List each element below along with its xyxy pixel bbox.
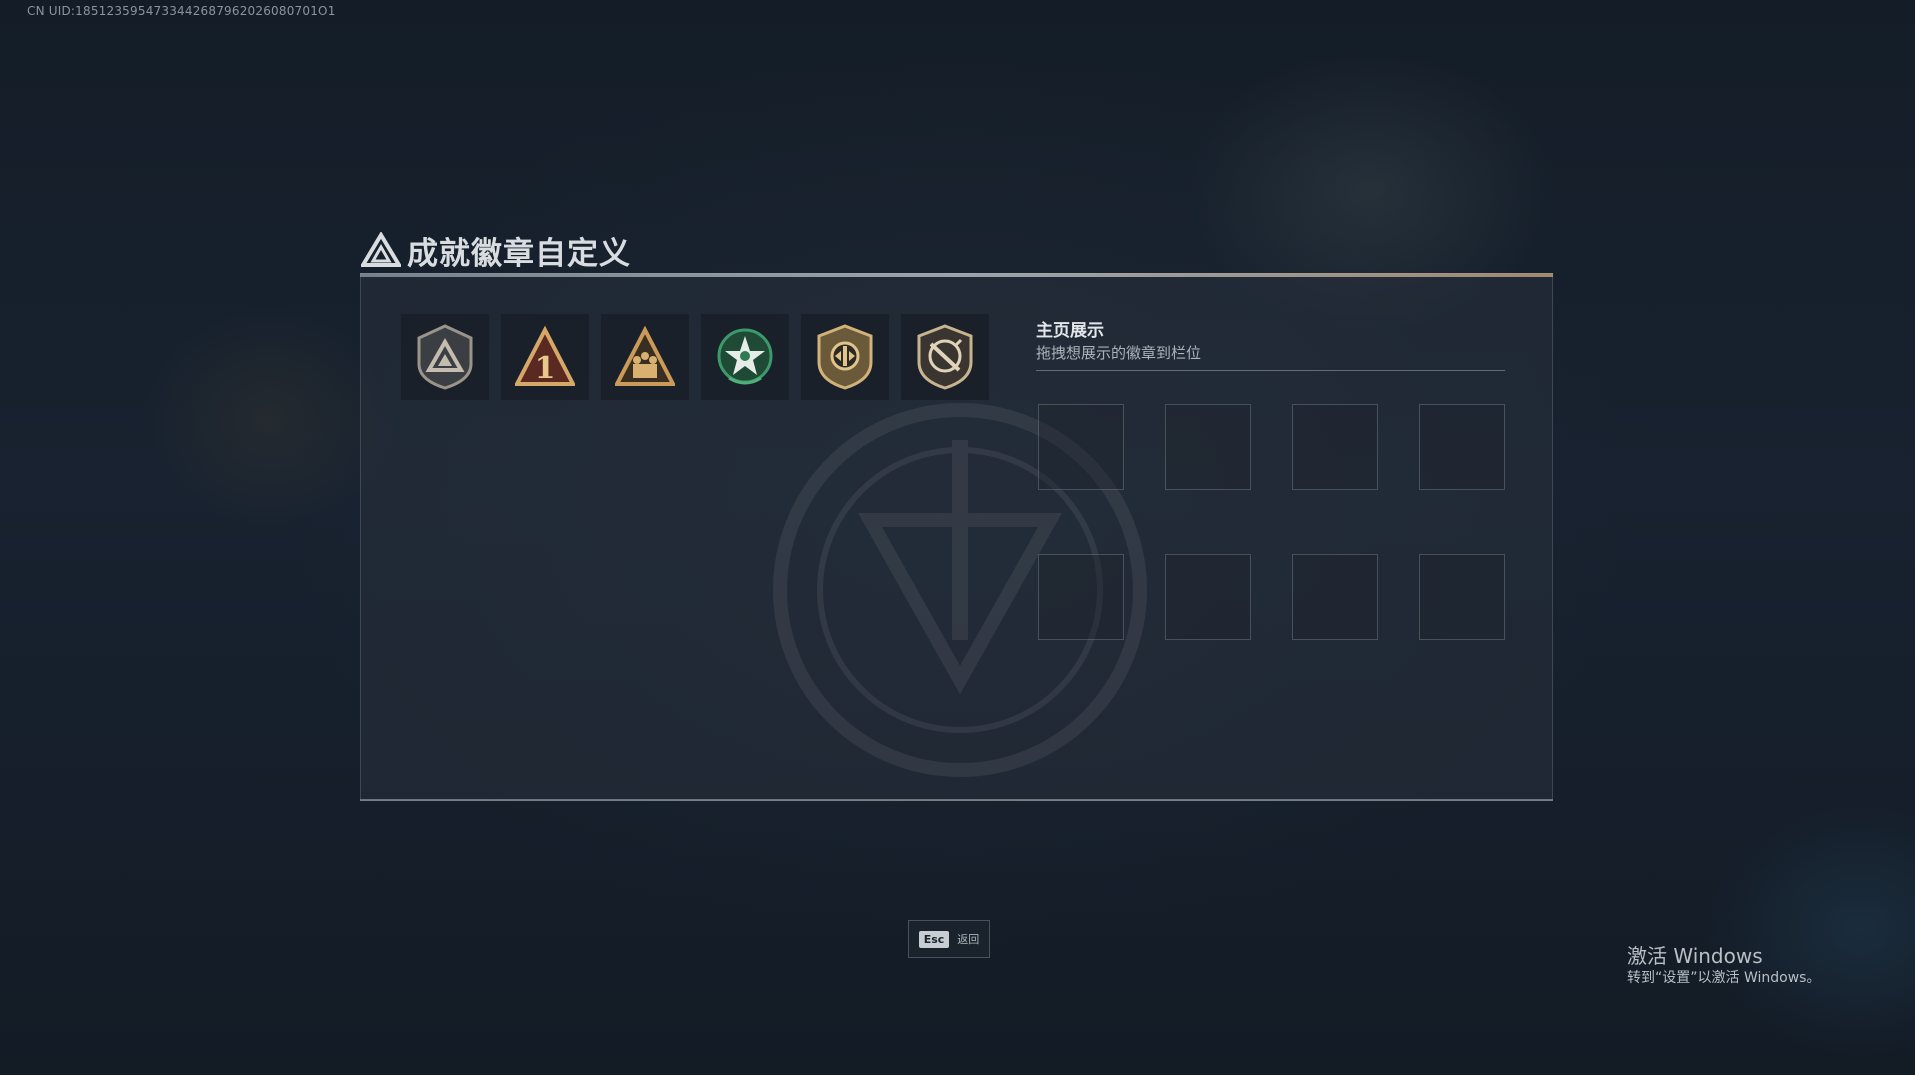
showcase-slot[interactable] [1419, 404, 1505, 490]
showcase-slot[interactable] [1038, 554, 1124, 640]
back-label: 返回 [957, 933, 980, 946]
windows-activation-title: 激活 Windows [1627, 944, 1763, 968]
dialog-header: 成就徽章自定义 [361, 228, 631, 272]
uid-label: CN UID:1851235954733442687962026080701O1 [27, 4, 336, 18]
badge-item[interactable] [801, 314, 889, 400]
showcase-divider [1036, 370, 1505, 371]
showcase-slot[interactable] [1419, 554, 1505, 640]
showcase-subtitle: 拖拽想展示的徽章到栏位 [1036, 344, 1202, 362]
showcase-slot[interactable] [1165, 404, 1251, 490]
gold-shield-emblem-badge-icon [817, 324, 873, 390]
windows-activation-subtitle: 转到“设置”以激活 Windows。 [1627, 970, 1821, 986]
showcase-title: 主页展示 [1036, 321, 1104, 341]
dialog-title: 成就徽章自定义 [407, 235, 631, 272]
esc-key-hint: Esc [918, 930, 950, 948]
badge-item[interactable] [401, 314, 489, 400]
panel-bottom-border [360, 799, 1553, 801]
badge-item[interactable] [901, 314, 989, 400]
showcase-slot[interactable] [1292, 554, 1378, 640]
triangle-number-one-badge-icon: 1 [515, 325, 575, 386]
shield-triangle-badge-icon [417, 324, 473, 390]
badge-item[interactable] [601, 314, 689, 400]
showcase-slot[interactable] [1038, 404, 1124, 490]
crossed-sword-shield-badge-icon [917, 324, 973, 390]
triangle-logo-icon [361, 232, 401, 267]
showcase-slot[interactable] [1292, 404, 1378, 490]
green-star-wreath-badge-icon [717, 328, 773, 385]
showcase-slot[interactable] [1165, 554, 1251, 640]
badge-item[interactable]: 1 [501, 314, 589, 400]
panel-top-border [360, 273, 1553, 277]
svg-text:1: 1 [535, 351, 556, 386]
owned-badge-list: 1 [401, 314, 989, 400]
back-button[interactable]: Esc 返回 [908, 920, 990, 958]
showcase-slot-grid [1038, 404, 1505, 640]
triangle-soldiers-badge-icon [615, 325, 675, 386]
badge-item[interactable] [701, 314, 789, 400]
